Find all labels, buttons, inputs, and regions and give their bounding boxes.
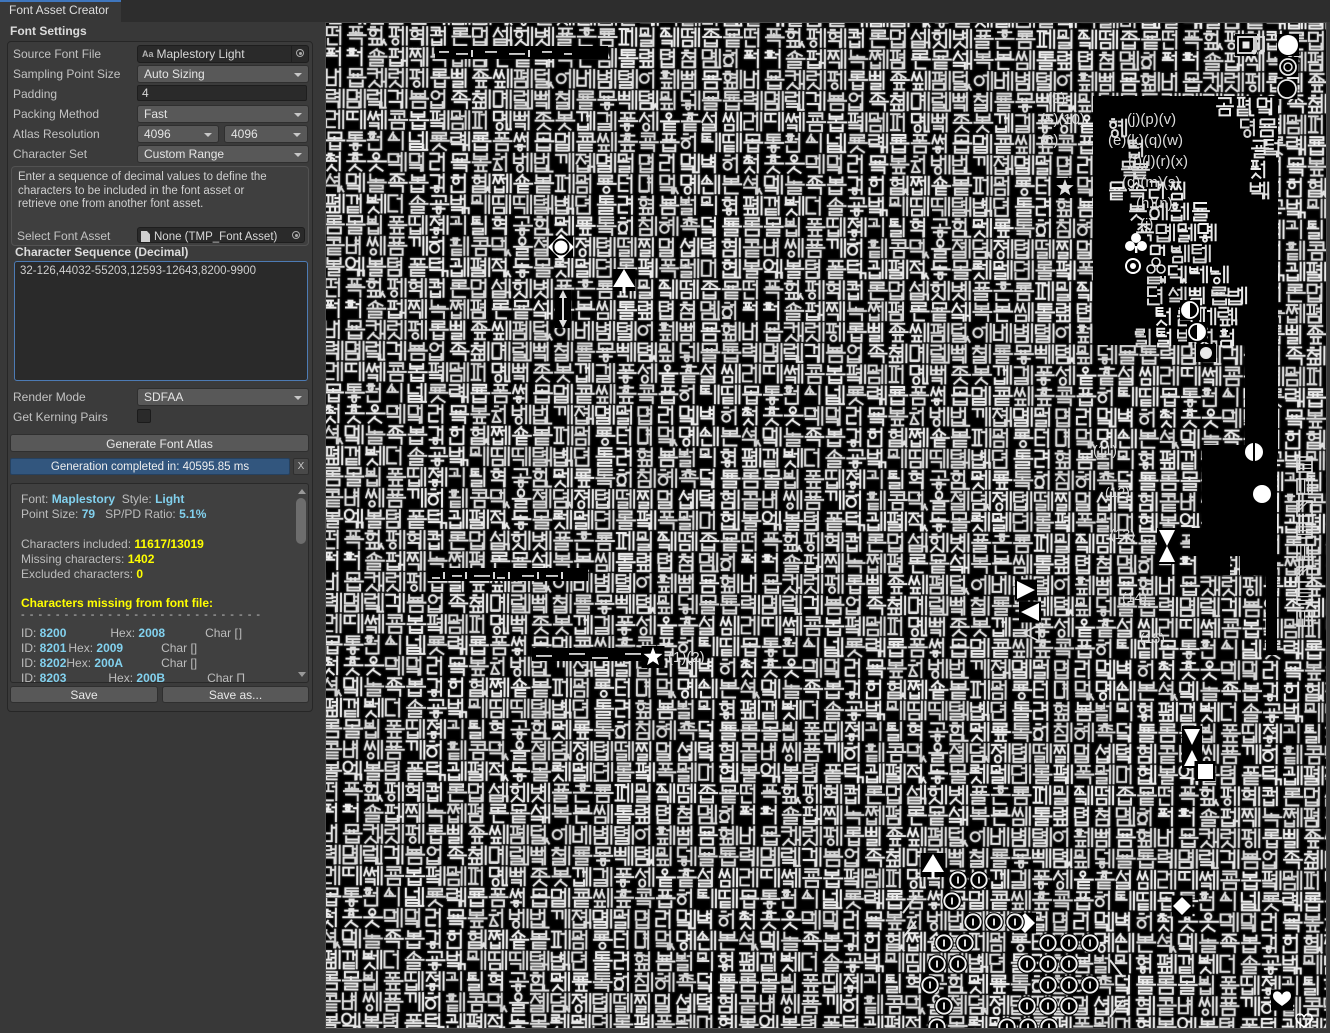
svg-text:(e)(k)(q)(w): (e)(k)(q)(w) [1108,132,1183,149]
svg-text:(5)(10): (5)(10) [1040,111,1085,128]
svg-text:(g)(m)(s): (g)(m)(s) [1122,174,1180,191]
svg-text:(14): (14) [1122,589,1147,605]
svg-text:(h)(n): (h)(n) [1136,195,1173,212]
svg-text:(9): (9) [1047,90,1065,107]
svg-text:(6): (6) [1040,132,1058,149]
svg-text:(1)(2): (1)(2) [668,649,705,666]
svg-text:(f)(l)(r)(x): (f)(l)(r)(x) [1128,153,1188,170]
svg-text:(11): (11) [1093,442,1117,458]
svg-text:(12): (12) [1105,484,1130,500]
svg-text:(j)(p)(v): (j)(p)(v) [1127,111,1176,128]
svg-text:(13): (13) [1110,526,1135,542]
svg-text:(15): (15) [1140,630,1165,646]
svg-text:(i): (i) [1140,216,1153,233]
